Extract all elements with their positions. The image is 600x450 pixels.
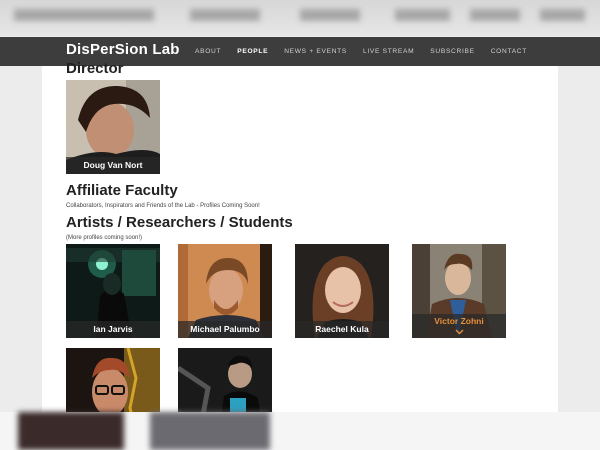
person-name: Doug Van Nort: [66, 157, 160, 174]
nav-subscribe[interactable]: Subscribe: [430, 48, 474, 55]
main-nav: About People News + Events Live Stream S…: [179, 37, 527, 66]
artists-heading: Artists / Researchers / Students: [66, 214, 293, 231]
person-name: Michael Palumbo: [178, 321, 272, 338]
person-card-doug-van-nort[interactable]: Doug Van Nort: [66, 80, 160, 174]
person-card-raechel-kula[interactable]: Raechel Kula: [295, 244, 389, 338]
nav-people[interactable]: People: [237, 48, 268, 55]
site-logo[interactable]: DisPerSion Lab: [66, 41, 180, 58]
nav-live-stream[interactable]: Live Stream: [363, 48, 414, 55]
nav-about[interactable]: About: [195, 48, 221, 55]
blurred-browser-bar: [0, 0, 600, 36]
person-name: Raechel Kula: [295, 321, 389, 338]
blurred-footer-strip: [0, 412, 600, 450]
nav-contact[interactable]: Contact: [491, 48, 527, 55]
chevron-down-icon: [455, 329, 464, 337]
people-page: Director Doug Van Nort Affiliate Faculty…: [42, 60, 558, 442]
affiliate-note: Collaborators, Inspirators and Friends o…: [66, 203, 260, 209]
affiliate-heading: Affiliate Faculty: [66, 182, 178, 199]
artists-note: (More profiles coming soon!): [66, 235, 143, 241]
director-heading: Director: [66, 60, 124, 77]
person-name: Ian Jarvis: [66, 321, 160, 338]
person-card-michael-palumbo[interactable]: Michael Palumbo: [178, 244, 272, 338]
person-card-victor-zohni[interactable]: Victor Zohni: [412, 244, 506, 338]
person-card-ian-jarvis[interactable]: Ian Jarvis: [66, 244, 160, 338]
nav-news-events[interactable]: News + Events: [284, 48, 347, 55]
